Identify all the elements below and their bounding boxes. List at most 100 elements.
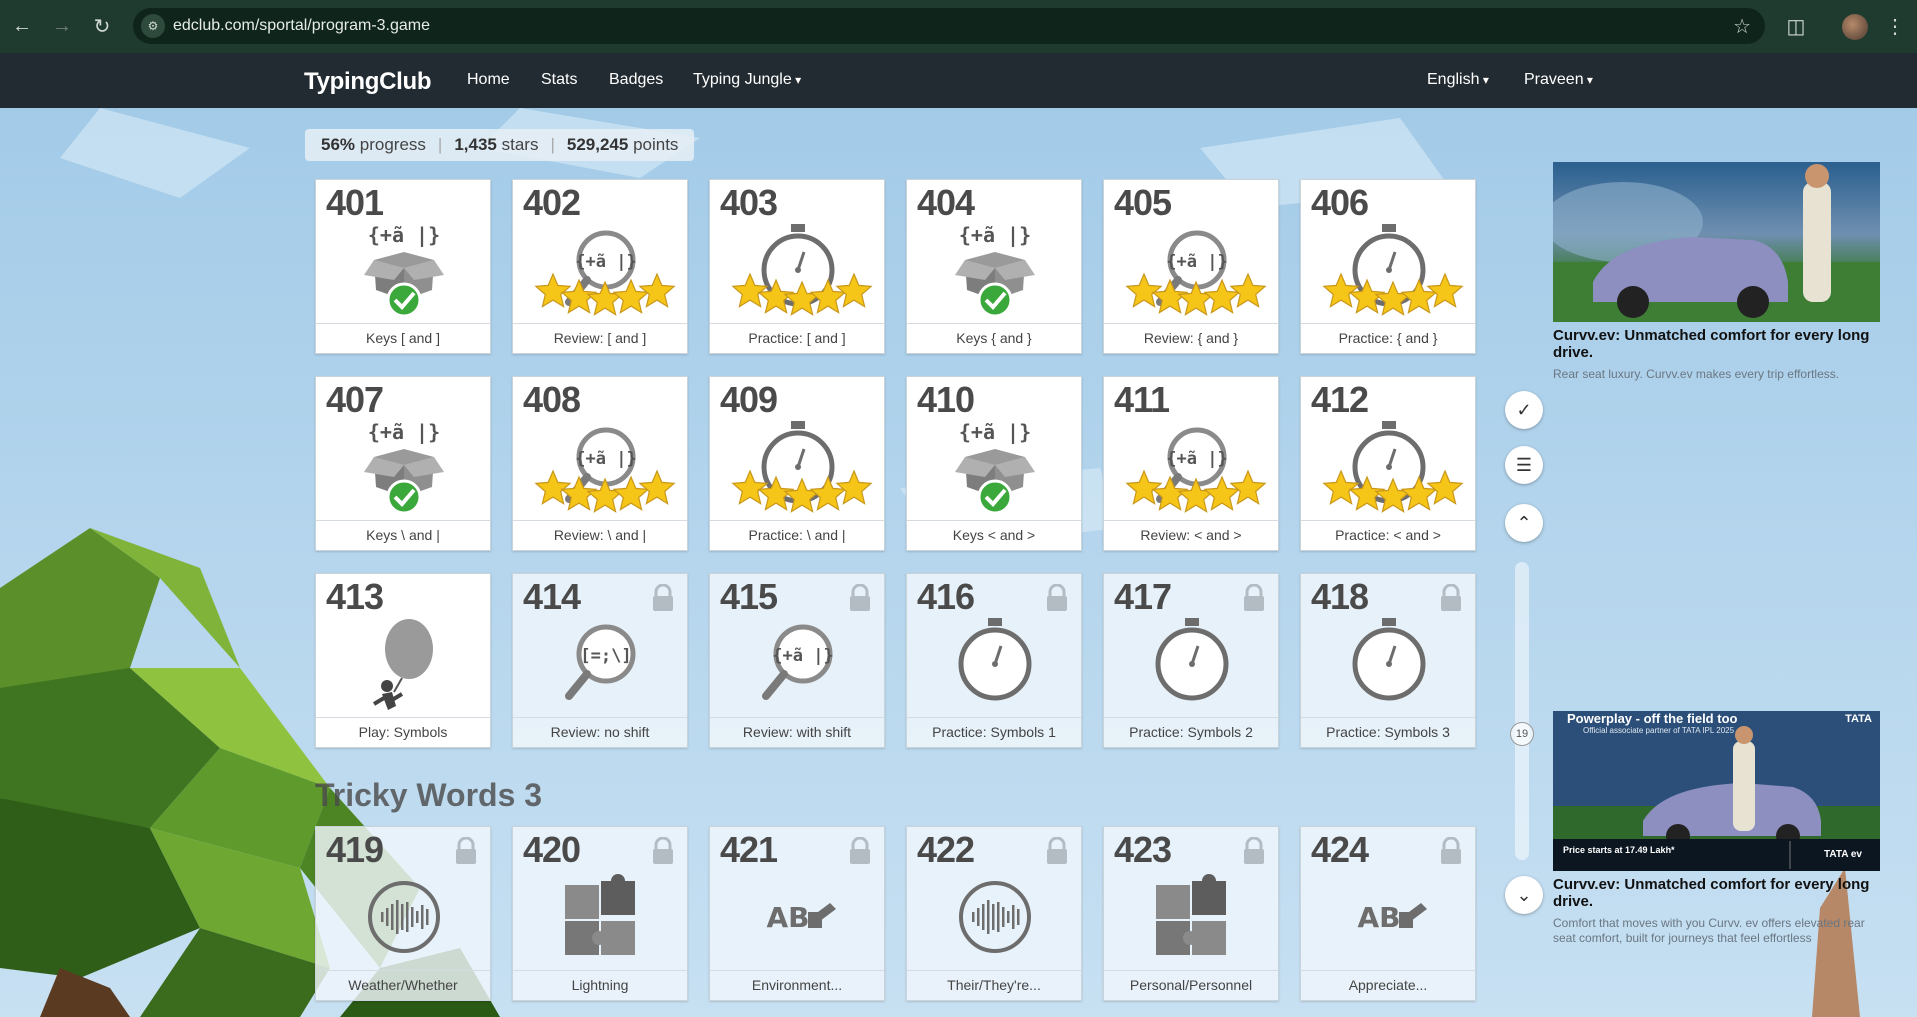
user-dropdown[interactable]: Praveen <box>1524 71 1593 89</box>
lesson-card-410[interactable]: 410 {+ã |} Keys < and > <box>906 376 1082 551</box>
lesson-label: Practice: < and > <box>1301 520 1475 550</box>
scroll-up-chevron-icon[interactable]: ⌃ <box>1505 504 1543 542</box>
lesson-scroll-track[interactable] <box>1515 562 1529 860</box>
lesson-label: Keys < and > <box>907 520 1081 550</box>
back-icon[interactable]: ← <box>2 0 42 53</box>
language-dropdown[interactable]: English <box>1427 71 1489 89</box>
bookmark-star-icon[interactable]: ☆ <box>1733 14 1751 39</box>
five-stars-icon <box>720 467 876 513</box>
lesson-label: Practice: Symbols 3 <box>1301 717 1475 747</box>
stars-label: stars <box>501 135 539 154</box>
svg-text:{+ã |}: {+ã |} <box>959 420 1031 444</box>
ad-card-1[interactable]: Curvv.ev: Unmatched comfort for every lo… <box>1553 162 1880 382</box>
lesson-label: Review: { and } <box>1104 323 1278 353</box>
site-info-icon[interactable]: ⚙ <box>141 14 165 38</box>
lesson-number: 405 <box>1114 182 1172 223</box>
lock-icon <box>848 583 872 612</box>
progress-summary: 56% progress | 1,435 stars | 529,245 poi… <box>305 129 695 161</box>
lesson-label: Practice: { and } <box>1301 323 1475 353</box>
lesson-card-413[interactable]: 413 Play: Symbols <box>315 573 491 748</box>
check-circle-icon[interactable]: ✓ <box>1505 391 1543 429</box>
keys-box-icon: {+ã |} <box>354 417 454 517</box>
lesson-card-414[interactable]: 414 [=;\] Review: no shift <box>512 573 688 748</box>
nav-stats[interactable]: Stats <box>541 71 577 89</box>
svg-text:{+ã |}: {+ã |} <box>1166 449 1227 469</box>
lesson-card-417[interactable]: 417 Practice: Symbols 2 <box>1103 573 1279 748</box>
lesson-card-416[interactable]: 416 Practice: Symbols 1 <box>906 573 1082 748</box>
lesson-card-401[interactable]: 401 {+ã |} Keys [ and ] <box>315 179 491 354</box>
lesson-number: 401 <box>326 182 384 223</box>
svg-text:{+ã |}: {+ã |} <box>575 252 636 272</box>
lesson-card-421[interactable]: 421 AB Environment... <box>709 826 885 1001</box>
five-stars-icon <box>1114 270 1270 316</box>
nav-home[interactable]: Home <box>467 71 510 89</box>
lesson-number: 418 <box>1311 576 1369 617</box>
section-title: Tricky Words 3 <box>315 777 543 813</box>
lesson-number: 422 <box>917 829 975 870</box>
lesson-card-409[interactable]: 409 Practice: \ and | <box>709 376 885 551</box>
lock-icon <box>1045 583 1069 612</box>
address-bar[interactable]: ⚙ edclub.com/sportal/program-3.game ☆ <box>133 8 1765 44</box>
lesson-label: Their/They're... <box>907 970 1081 1000</box>
browser-menu-icon[interactable]: ⋮ <box>1875 0 1915 53</box>
lesson-card-422[interactable]: 422 Their/They're... <box>906 826 1082 1001</box>
ad-image-car[interactable] <box>1553 162 1880 322</box>
lesson-label: Keys \ and | <box>316 520 490 550</box>
lesson-number: 407 <box>326 379 384 420</box>
svg-text:AB: AB <box>1357 901 1400 934</box>
ad-image-banner[interactable]: Powerplay - off the field too TATA Offic… <box>1553 711 1880 871</box>
app-navbar: TypingClub Home Stats Badges Typing Jung… <box>0 53 1917 108</box>
lesson-card-411[interactable]: 411 {+ã |} Review: < and > <box>1103 376 1279 551</box>
keys-box-icon: {+ã |} <box>354 220 454 320</box>
lesson-card-408[interactable]: 408 {+ã |} Review: \ and | <box>512 376 688 551</box>
ad-title[interactable]: Curvv.ev: Unmatched comfort for every lo… <box>1553 327 1880 361</box>
lesson-number: 410 <box>917 379 975 420</box>
lesson-card-415[interactable]: 415 {+ã |} Review: with shift <box>709 573 885 748</box>
ad-title[interactable]: Curvv.ev: Unmatched comfort for every lo… <box>1553 876 1880 910</box>
lesson-label: Review: [ and ] <box>513 323 687 353</box>
lesson-card-418[interactable]: 418 Practice: Symbols 3 <box>1300 573 1476 748</box>
lesson-card-406[interactable]: 406 Practice: { and } <box>1300 179 1476 354</box>
lesson-number: 420 <box>523 829 581 870</box>
lesson-label: Review: with shift <box>710 717 884 747</box>
forward-icon[interactable]: → <box>42 0 82 53</box>
points-label: points <box>633 135 679 154</box>
scroll-down-chevron-icon[interactable]: ⌄ <box>1505 876 1543 914</box>
five-stars-icon <box>523 270 679 316</box>
ad-card-2[interactable]: Powerplay - off the field too TATA Offic… <box>1553 711 1880 946</box>
lesson-number: 411 <box>1114 379 1170 420</box>
nav-typing-jungle-dropdown[interactable]: Typing Jungle <box>693 71 801 89</box>
lesson-card-405[interactable]: 405 {+ã |} Review: { and } <box>1103 179 1279 354</box>
menu-list-icon[interactable]: ☰ <box>1505 446 1543 484</box>
nav-typing-jungle-label: Typing Jungle <box>693 71 792 88</box>
svg-text:{+ã |}: {+ã |} <box>1166 252 1227 272</box>
lesson-number: 413 <box>326 576 384 617</box>
page-count-badge: 19 <box>1510 722 1534 746</box>
browser-toolbar: ← → ↻ ⚙ edclub.com/sportal/program-3.gam… <box>0 0 1917 53</box>
reload-icon[interactable]: ↻ <box>82 0 122 53</box>
brand-logo[interactable]: TypingClub <box>304 68 432 96</box>
lesson-card-419[interactable]: 419 Weather/Whether <box>315 826 491 1001</box>
lesson-card-412[interactable]: 412 Practice: < and > <box>1300 376 1476 551</box>
lesson-label: Personal/Personnel <box>1104 970 1278 1000</box>
audio-wave-icon <box>354 867 454 967</box>
ad-description: Rear seat luxury. Curvv.ev makes every t… <box>1553 367 1840 381</box>
profile-avatar[interactable] <box>1835 0 1875 53</box>
lesson-card-404[interactable]: 404 {+ã |} Keys { and } <box>906 179 1082 354</box>
lock-icon <box>848 836 872 865</box>
lesson-card-403[interactable]: 403 Practice: [ and ] <box>709 179 885 354</box>
nav-badges[interactable]: Badges <box>609 71 663 89</box>
five-stars-icon <box>523 467 679 513</box>
lesson-card-423[interactable]: 423 Personal/Personnel <box>1103 826 1279 1001</box>
lesson-card-420[interactable]: 420 Lightning <box>512 826 688 1001</box>
extensions-icon[interactable]: ◫ <box>1776 0 1816 53</box>
keys-box-icon: {+ã |} <box>945 220 1045 320</box>
lesson-card-424[interactable]: 424 AB Appreciate... <box>1300 826 1476 1001</box>
lesson-card-407[interactable]: 407 {+ã |} Keys \ and | <box>315 376 491 551</box>
lesson-label: Play: Symbols <box>316 717 490 747</box>
stopwatch-icon <box>945 614 1045 714</box>
lesson-label: Environment... <box>710 970 884 1000</box>
lesson-label: Keys [ and ] <box>316 323 490 353</box>
lesson-card-402[interactable]: 402 {+ã |} Review: [ and ] <box>512 179 688 354</box>
puzzle-icon <box>1142 867 1242 967</box>
